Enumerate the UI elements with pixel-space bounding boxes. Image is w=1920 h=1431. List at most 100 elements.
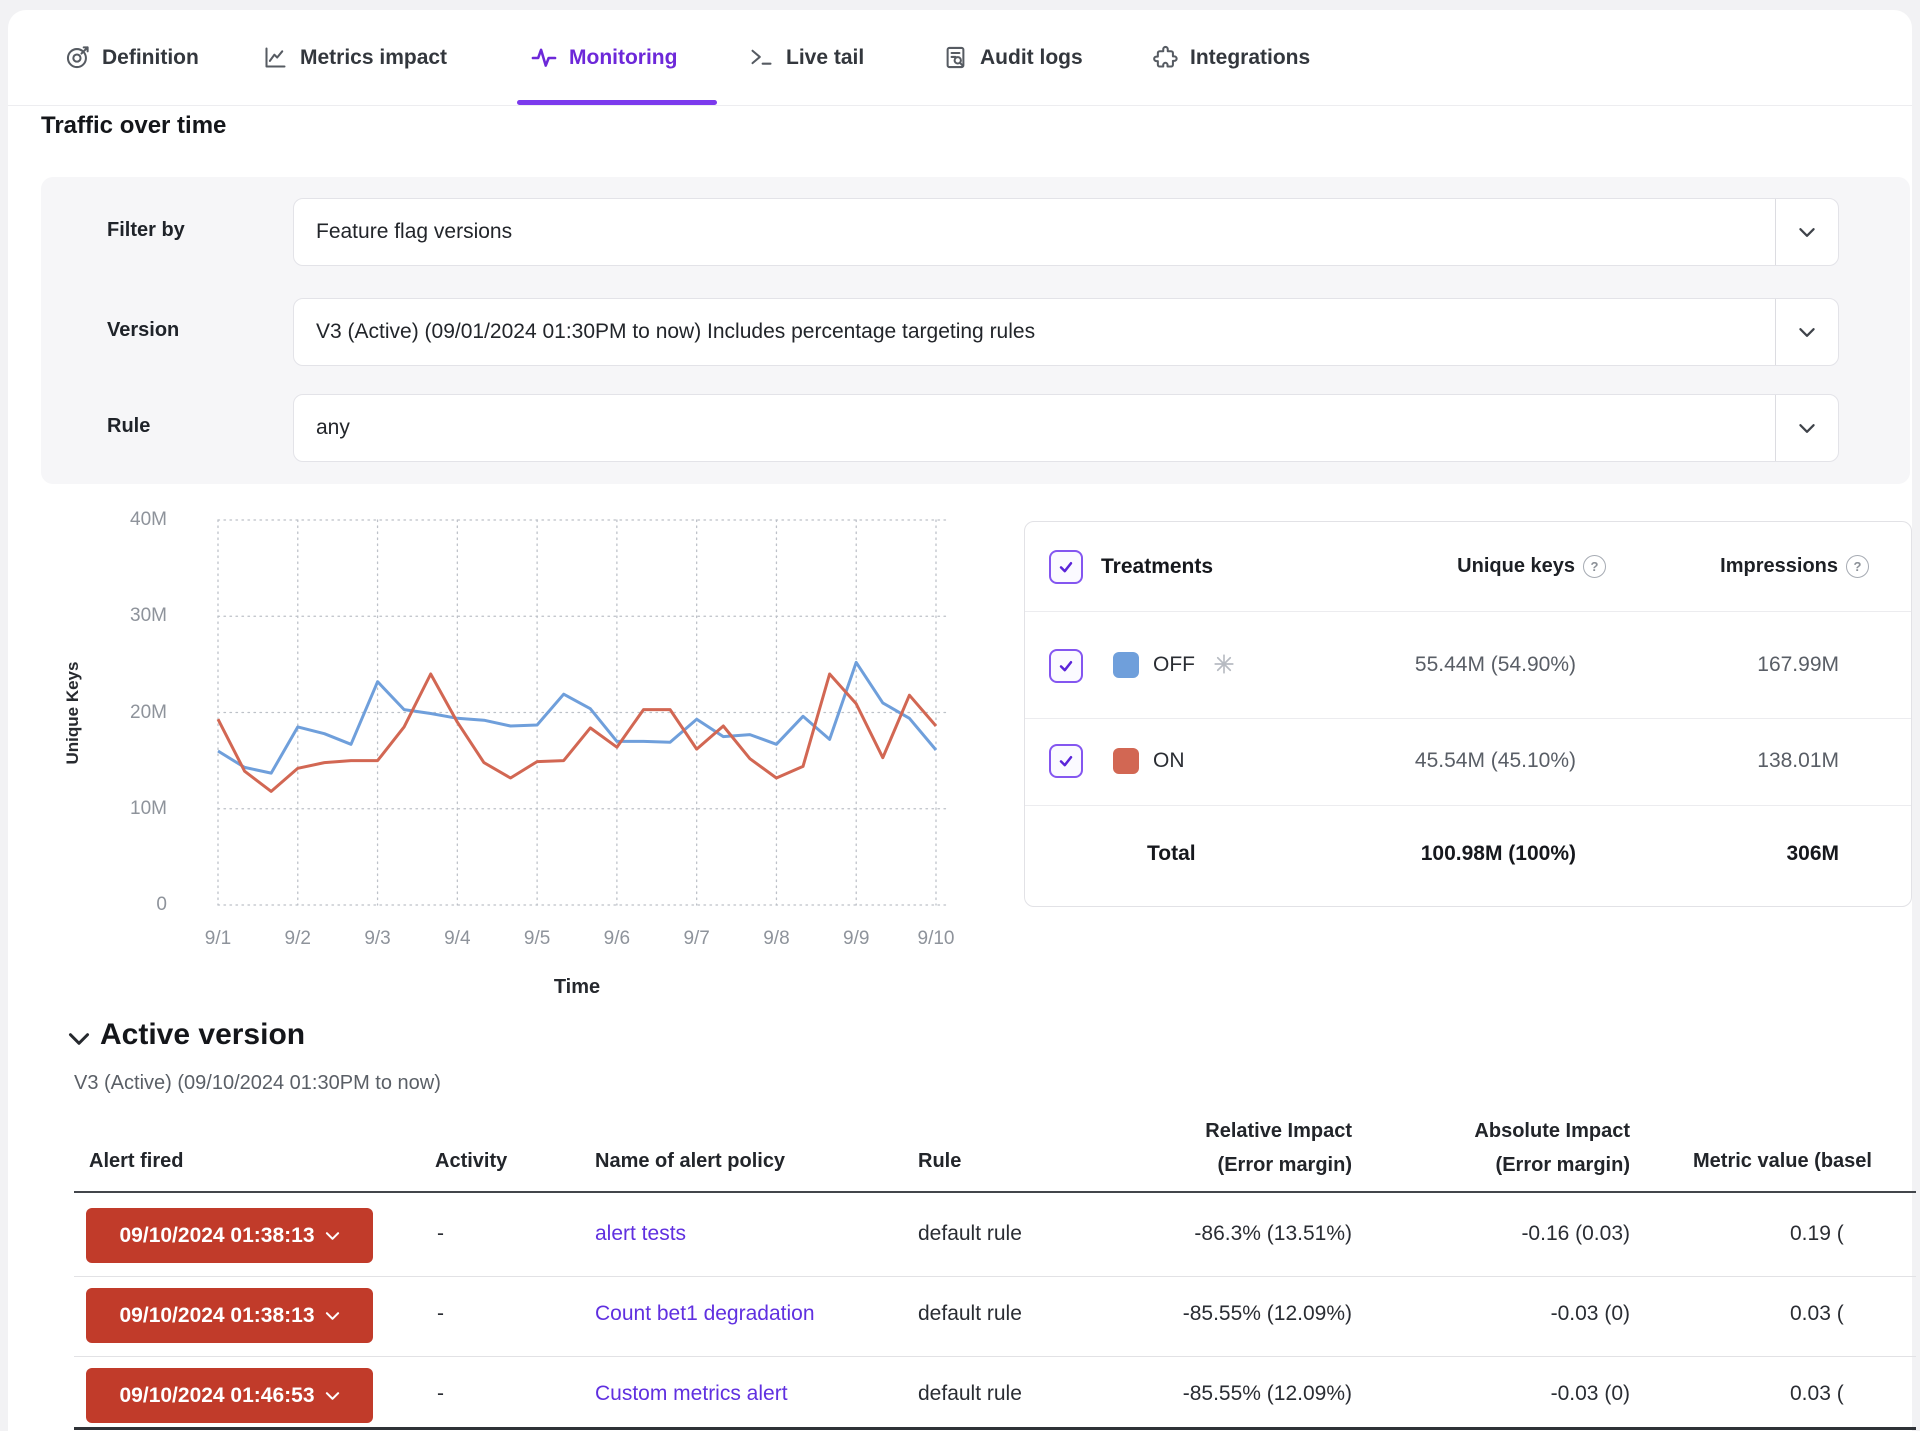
off-impressions: 167.99M — [1757, 653, 1839, 677]
relative-impact-line2: (Error margin) — [1218, 1154, 1352, 1176]
activity-cell: - — [437, 1382, 444, 1406]
col-policy-name: Name of alert policy — [595, 1150, 785, 1173]
filter-by-select[interactable]: Feature flag versions — [293, 198, 1839, 266]
tab-metrics-impact[interactable]: Metrics impact — [262, 10, 447, 105]
alert-policy-link[interactable]: Count bet1 degradation — [595, 1302, 815, 1326]
x-tick-label: 9/8 — [741, 928, 811, 950]
page-title: Traffic over time — [41, 112, 226, 140]
check-icon — [1056, 557, 1076, 577]
filter-by-label: Filter by — [107, 219, 185, 242]
traffic-line-chart — [210, 510, 950, 914]
chevron-down-icon — [1798, 423, 1816, 434]
relative-impact-line1: Relative Impact — [1205, 1120, 1352, 1142]
alert-fired-button[interactable]: 09/10/2024 01:46:53 — [86, 1368, 373, 1423]
integrations-icon — [1152, 44, 1179, 71]
absolute-impact-cell: -0.03 (0) — [1551, 1382, 1630, 1406]
x-axis-title: Time — [218, 976, 936, 999]
snowflake-icon — [1213, 653, 1235, 675]
version-label: Version — [107, 319, 179, 342]
x-tick-label: 9/3 — [343, 928, 413, 950]
unique-keys-header: Unique keys ? — [1457, 555, 1606, 578]
check-icon — [1056, 656, 1076, 676]
question-circle-icon[interactable]: ? — [1583, 555, 1606, 578]
on-impressions: 138.01M — [1757, 749, 1839, 773]
absolute-impact-line2: (Error margin) — [1496, 1154, 1630, 1176]
row-divider — [1025, 805, 1911, 806]
collapse-chevron-icon[interactable] — [68, 1032, 90, 1046]
rule-cell: default rule — [918, 1382, 1022, 1406]
tab-audit-logs[interactable]: Audit logs — [942, 10, 1083, 105]
alert-fired-timestamp: 09/10/2024 01:46:53 — [120, 1384, 315, 1408]
tab-monitoring[interactable]: Monitoring — [530, 10, 677, 105]
rule-label: Rule — [107, 415, 150, 438]
tab-integrations[interactable]: Integrations — [1152, 10, 1310, 105]
on-series-swatch — [1113, 748, 1139, 774]
row-divider — [1025, 718, 1911, 719]
version-select[interactable]: V3 (Active) (09/01/2024 01:30PM to now) … — [293, 298, 1839, 366]
alert-fired-timestamp: 09/10/2024 01:38:13 — [120, 1304, 315, 1328]
question-circle-icon[interactable]: ? — [1846, 555, 1869, 578]
table-header-rule — [74, 1191, 1916, 1193]
select-all-treatments-checkbox[interactable] — [1049, 550, 1083, 584]
metrics-impact-icon — [262, 44, 289, 71]
x-tick-label: 9/5 — [502, 928, 572, 950]
live-tail-icon — [748, 44, 775, 71]
x-tick-label: 9/2 — [263, 928, 333, 950]
rule-select[interactable]: any — [293, 394, 1839, 462]
tab-label: Audit logs — [980, 46, 1083, 70]
alert-policy-link[interactable]: alert tests — [595, 1222, 686, 1246]
tabbar-divider — [8, 105, 1912, 106]
chevron-down-icon — [1798, 327, 1816, 338]
alert-fired-button[interactable]: 09/10/2024 01:38:13 — [86, 1208, 373, 1263]
off-series-swatch — [1113, 652, 1139, 678]
off-unique-keys: 55.44M (54.90%) — [1415, 653, 1576, 677]
total-unique-keys: 100.98M (100%) — [1421, 842, 1576, 866]
chevron-down-icon — [1798, 227, 1816, 238]
y-tick-label: 40M — [60, 509, 167, 531]
alert-fired-button[interactable]: 09/10/2024 01:38:13 — [86, 1288, 373, 1343]
row-divider — [74, 1356, 1916, 1357]
rule-cell: default rule — [918, 1302, 1022, 1326]
col-alert-fired: Alert fired — [89, 1150, 183, 1173]
treatments-header: Treatments — [1101, 555, 1213, 579]
tab-definition[interactable]: Definition — [64, 10, 199, 105]
dropdown-chevron[interactable] — [1775, 299, 1838, 365]
tab-label: Live tail — [786, 46, 864, 70]
absolute-impact-cell: -0.16 (0.03) — [1521, 1222, 1630, 1246]
impressions-header-label: Impressions — [1720, 555, 1838, 578]
y-tick-label: 10M — [60, 798, 167, 820]
alert-fired-timestamp: 09/10/2024 01:38:13 — [120, 1224, 315, 1248]
table-bottom-rule — [74, 1427, 1916, 1430]
unique-keys-header-label: Unique keys — [1457, 555, 1575, 578]
total-label: Total — [1147, 842, 1196, 866]
x-tick-label: 9/6 — [582, 928, 652, 950]
treatment-on-checkbox[interactable] — [1049, 744, 1083, 778]
on-unique-keys: 45.54M (45.10%) — [1415, 749, 1576, 773]
treatment-off-label: OFF — [1153, 653, 1195, 677]
active-version-title[interactable]: Active version — [100, 1018, 305, 1052]
metric-value-cell: 0.03 ( — [1790, 1302, 1844, 1326]
rule-cell: default rule — [918, 1222, 1022, 1246]
absolute-impact-line1: Absolute Impact — [1474, 1120, 1630, 1142]
col-activity: Activity — [435, 1150, 507, 1173]
treatment-off-checkbox[interactable] — [1049, 649, 1083, 683]
filter-by-value: Feature flag versions — [316, 199, 512, 265]
col-absolute-impact: Absolute Impact (Error margin) — [1474, 1114, 1630, 1182]
alert-policy-link[interactable]: Custom metrics alert — [595, 1382, 788, 1406]
rule-value: any — [316, 395, 350, 461]
monitoring-icon — [530, 44, 558, 72]
dropdown-chevron[interactable] — [1775, 199, 1838, 265]
y-tick-label: 30M — [60, 605, 167, 627]
tab-live-tail[interactable]: Live tail — [748, 10, 864, 105]
active-version-subtitle: V3 (Active) (09/10/2024 01:30PM to now) — [74, 1072, 441, 1095]
tab-label: Metrics impact — [300, 46, 447, 70]
row-divider — [74, 1276, 1916, 1277]
dropdown-chevron[interactable] — [1775, 395, 1838, 461]
y-tick-label: 0 — [60, 894, 167, 916]
chevron-down-icon — [325, 1311, 340, 1321]
metric-value-cell: 0.03 ( — [1790, 1382, 1844, 1406]
chevron-down-icon — [325, 1391, 340, 1401]
definition-icon — [64, 44, 91, 71]
y-tick-label: 20M — [60, 702, 167, 724]
chevron-down-icon — [325, 1231, 340, 1241]
